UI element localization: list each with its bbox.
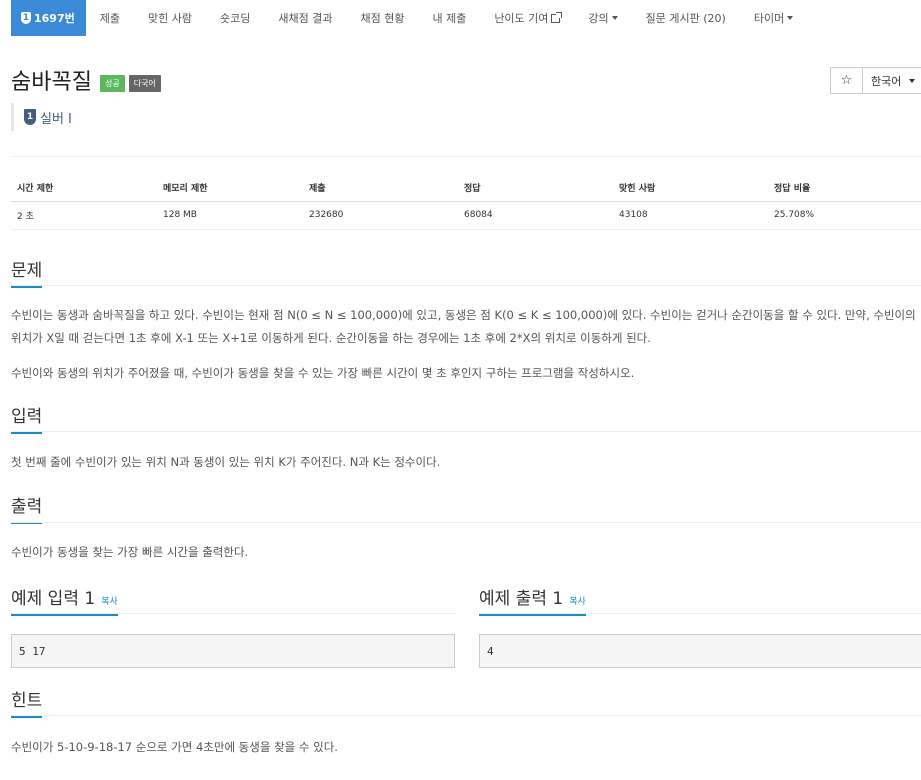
tier-badge-icon: 1	[24, 109, 36, 125]
nav-timer-dropdown[interactable]: 타이머	[740, 0, 807, 36]
divider	[11, 431, 921, 432]
input-heading: 입력	[11, 402, 43, 434]
nav-rejudge-results[interactable]: 새채점 결과	[264, 0, 346, 36]
sample-output-box[interactable]: 4	[479, 634, 921, 668]
table-header: 시간 제한	[11, 175, 157, 202]
table-cell: 128 MB	[157, 201, 303, 230]
language-dropdown-label: 한국어	[871, 74, 902, 88]
sample-input-heading: 예제 입력 1 복사	[11, 584, 118, 616]
table-header: 맞힌 사람	[613, 175, 768, 202]
table-cell: 68084	[458, 201, 613, 230]
sample-input-title: 예제 입력 1	[11, 589, 96, 609]
nav-lectures-dropdown[interactable]: 강의	[574, 0, 631, 36]
divider	[479, 613, 921, 614]
output-paragraph: 수빈이가 동생을 찾는 가장 빠른 시간을 출력한다.	[11, 545, 249, 559]
divider	[11, 156, 921, 157]
nav-solved-users[interactable]: 맞힌 사람	[134, 0, 206, 36]
nav-question-board[interactable]: 질문 게시판 (20)	[632, 0, 740, 36]
table-header-row: 시간 제한 메모리 제한 제출 정답 맞힌 사람 정답 비율	[11, 175, 921, 202]
favorite-button[interactable]: ☆	[830, 67, 862, 94]
star-icon: ☆	[840, 73, 853, 88]
problem-tier: 1 실버 I	[11, 103, 72, 131]
hint-paragraph: 수빈이가 5-10-9-18-17 순으로 가면 4초만에 동생을 찾을 수 있…	[11, 740, 338, 754]
top-nav: 1 1697번 제출 맞힌 사람 숏코딩 새채점 결과 채점 현황 내 제출 난…	[0, 0, 921, 36]
hint-heading: 힌트	[11, 686, 43, 718]
nav-problem-number[interactable]: 1 1697번	[11, 0, 86, 36]
chevron-down-icon	[787, 16, 794, 20]
table-row: 2 초 128 MB 232680 68084 43108 25.708%	[11, 201, 921, 230]
nav-problem-number-label: 1697번	[34, 12, 75, 25]
table-cell: 232680	[303, 201, 458, 230]
chevron-down-icon	[611, 16, 618, 20]
table-cell: 43108	[613, 201, 768, 230]
nav-timer-label: 타이머	[753, 12, 785, 25]
page-title: 숨바꼭질	[11, 70, 92, 95]
divider	[11, 522, 921, 523]
problem-header: 숨바꼭질 성공 다국어	[11, 64, 161, 96]
nav-lectures-label: 강의	[588, 12, 609, 25]
nav-status[interactable]: 채점 현황	[346, 0, 418, 36]
silver-tier-icon: 1	[21, 12, 31, 24]
tier-label: 실버 I	[40, 111, 72, 127]
table-header: 정답	[458, 175, 613, 202]
external-link-icon	[551, 11, 563, 23]
nav-difficulty-contribution[interactable]: 난이도 기여	[480, 0, 574, 36]
sample-output-heading: 예제 출력 1 복사	[479, 584, 586, 616]
language-dropdown[interactable]: 한국어	[862, 67, 921, 94]
nav-difficulty-label: 난이도 기여	[494, 12, 549, 25]
copy-sample-input-link[interactable]: 복사	[101, 597, 118, 607]
table-cell: 2 초	[11, 201, 157, 230]
output-heading: 출력	[11, 492, 43, 524]
chevron-down-icon	[909, 78, 916, 83]
nav-submit[interactable]: 제출	[86, 0, 134, 36]
table-header: 메모리 제한	[157, 175, 303, 202]
status-badge-multilang[interactable]: 다국어	[128, 74, 161, 92]
problem-tools: ☆ 한국어	[830, 67, 921, 94]
problem-info-table: 시간 제한 메모리 제한 제출 정답 맞힌 사람 정답 비율 2 초 128 M…	[11, 175, 921, 230]
sample-output-title: 예제 출력 1	[479, 589, 564, 609]
divider	[11, 613, 455, 614]
nav-my-submissions[interactable]: 내 제출	[418, 0, 480, 36]
description-heading: 문제	[11, 256, 43, 288]
sample-input-box[interactable]: 5 17	[11, 634, 455, 668]
copy-sample-output-link[interactable]: 복사	[569, 597, 586, 607]
divider	[11, 285, 921, 286]
description-paragraph: 수빈이는 동생과 숨바꼭질을 하고 있다. 수빈이는 현재 점 N(0 ≤ N …	[11, 308, 916, 345]
table-header: 제출	[303, 175, 458, 202]
input-paragraph: 첫 번째 줄에 수빈이가 있는 위치 N과 동생이 있는 위치 K가 주어진다.…	[11, 455, 441, 469]
status-badge-success: 성공	[99, 74, 125, 92]
nav-short-coding[interactable]: 숏코딩	[206, 0, 264, 36]
description-paragraph: 수빈이와 동생의 위치가 주어졌을 때, 수빈이가 동생을 찾을 수 있는 가장…	[11, 366, 635, 380]
divider	[11, 715, 921, 716]
table-header: 정답 비율	[768, 175, 921, 202]
table-cell: 25.708%	[768, 201, 921, 230]
